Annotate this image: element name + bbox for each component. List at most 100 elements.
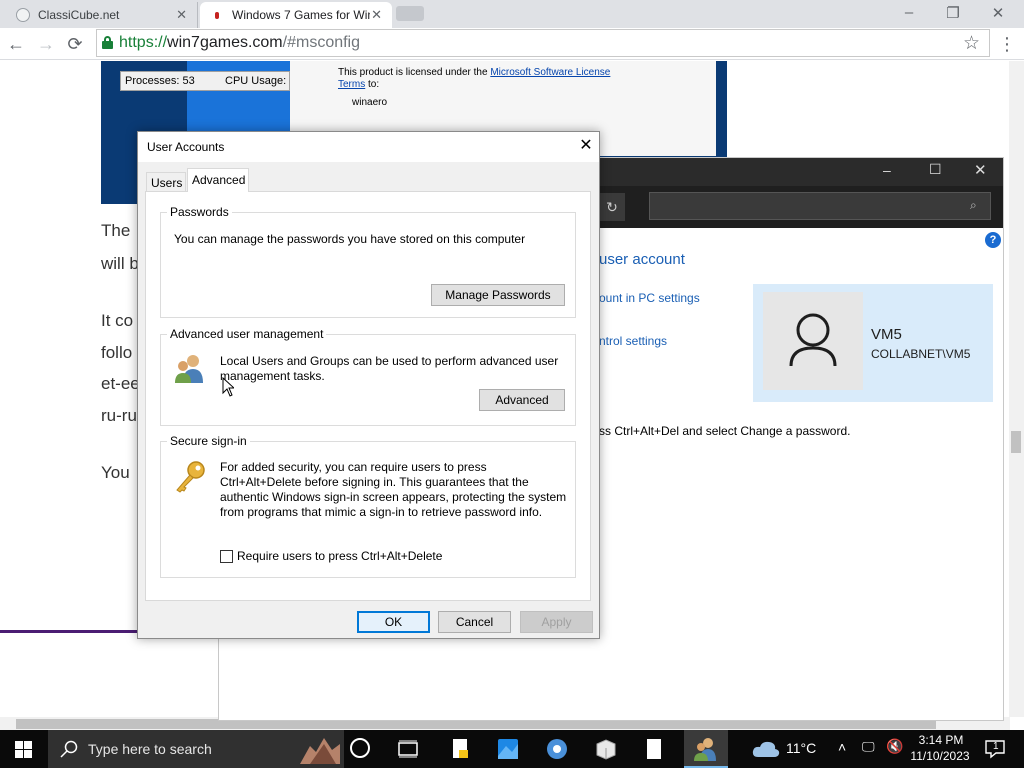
search-placeholder: Type here to search	[88, 741, 212, 757]
user-name: VM5	[871, 326, 902, 343]
advanced-button[interactable]: Advanced	[479, 389, 565, 411]
terms-link[interactable]: Terms	[338, 79, 365, 90]
search-icon	[60, 740, 78, 758]
maximize-icon[interactable]: ☐	[929, 161, 942, 178]
tab-title: ClassiCube.net	[38, 8, 120, 22]
manage-passwords-button[interactable]: Manage Passwords	[431, 284, 565, 306]
checkbox-label[interactable]: Require users to press Ctrl+Alt+Delete	[237, 549, 442, 564]
passwords-group: Passwords You can manage the passwords y…	[160, 205, 576, 318]
group-label: Secure sign-in	[167, 434, 250, 448]
dialog-title: User Accounts	[147, 140, 225, 154]
tab-title: Windows 7 Games for Win	[232, 8, 370, 22]
tab-classicube[interactable]: ClassiCube.net ✕	[6, 2, 198, 28]
license-to: to:	[368, 79, 380, 90]
refresh-icon[interactable]: ↻	[599, 193, 625, 221]
apply-button[interactable]: Apply	[520, 611, 593, 633]
ok-button[interactable]: OK	[357, 611, 430, 633]
users-group-icon	[175, 355, 203, 383]
close-icon[interactable]: ✕	[576, 136, 596, 156]
bookmark-star-icon[interactable]: ☆	[963, 32, 980, 55]
paragraph-fragment: ru-ru	[101, 406, 137, 425]
license-link[interactable]: Microsoft Software License	[490, 67, 610, 78]
divider-line	[0, 630, 140, 633]
document-icon[interactable]	[642, 738, 666, 760]
search-icon: ⌕	[970, 198, 977, 212]
photos-app-icon[interactable]	[496, 738, 520, 760]
globe-icon	[16, 8, 30, 22]
minimize-icon[interactable]: –	[883, 162, 891, 178]
url-text[interactable]: https://win7games.com/#msconfig	[119, 34, 360, 52]
lock-icon	[102, 36, 113, 49]
restore-icon[interactable]: ❐	[943, 4, 963, 22]
notification-count: 1	[993, 741, 999, 752]
weather-temperature[interactable]: 11°C	[786, 740, 816, 756]
package-box-icon[interactable]	[594, 738, 618, 760]
forward-arrow-icon[interactable]: →	[34, 32, 58, 56]
user-card: VM5 COLLABNET\VM5	[753, 284, 993, 402]
new-tab-button[interactable]	[396, 6, 424, 21]
windows-start-icon[interactable]	[15, 741, 32, 758]
paragraph-fragment: It co	[101, 311, 134, 330]
address-bar[interactable]: https://win7games.com/#msconfig ☆	[96, 29, 990, 57]
paragraph-fragment: The	[101, 221, 131, 240]
cloud-weather-icon[interactable]	[752, 740, 780, 758]
tab-advanced[interactable]: Advanced	[187, 168, 249, 192]
close-tab-icon[interactable]: ✕	[371, 7, 382, 23]
user-silhouette-icon	[789, 313, 837, 367]
clock-time[interactable]: 3:14 PM	[916, 733, 966, 747]
user-accounts-icon	[694, 738, 716, 761]
processes-count: Processes: 53	[125, 75, 195, 87]
mouse-cursor-icon	[222, 377, 234, 397]
secure-sign-in-group: Secure sign-in For added security, you c…	[160, 434, 576, 578]
license-text: This product is licensed under the Micro…	[338, 67, 610, 78]
paragraph-fragment: will b	[101, 254, 139, 273]
taskbar-search-box[interactable]: Type here to search	[48, 730, 344, 768]
task-view-icon[interactable]	[398, 740, 418, 758]
group-label: Advanced user management	[167, 327, 327, 341]
close-tab-icon[interactable]: ✕	[176, 7, 187, 23]
vertical-scroll-thumb[interactable]	[1011, 431, 1021, 453]
task-manager-status-bar: Processes: 53 CPU Usage: 2	[120, 71, 290, 91]
url-scheme: https://	[119, 34, 168, 51]
active-taskbar-item[interactable]	[684, 730, 728, 768]
tab-win7games[interactable]: Windows 7 Games for Win ✕	[200, 2, 392, 28]
advanced-tab-panel: Passwords You can manage the passwords y…	[145, 191, 591, 601]
cortana-circle-icon[interactable]	[350, 738, 370, 758]
browser-tab-strip: ClassiCube.net ✕ Windows 7 Games for Win…	[0, 0, 1024, 28]
user-accounts-dialog: User Accounts ✕ Users Advanced Passwords…	[137, 131, 600, 639]
search-highlight-image	[300, 738, 340, 764]
cancel-button[interactable]: Cancel	[438, 611, 511, 633]
url-host: win7games.com	[167, 34, 283, 51]
control-settings-link[interactable]: ntrol settings	[599, 334, 667, 348]
close-window-icon[interactable]: ✕	[988, 4, 1008, 22]
license-prefix: This product is licensed under the	[338, 67, 488, 78]
ctrl-alt-del-note: ss Ctrl+Alt+Del and select Change a pass…	[599, 424, 851, 438]
user-domain: COLLABNET\VM5	[871, 347, 971, 361]
vertical-scrollbar[interactable]	[1009, 61, 1024, 717]
reload-icon[interactable]: ⟳	[63, 32, 87, 56]
help-icon[interactable]: ?	[985, 232, 1001, 248]
require-ctrl-alt-delete-checkbox[interactable]	[220, 550, 233, 563]
chrome-icon[interactable]	[545, 738, 569, 760]
licensed-user: winaero	[352, 97, 388, 108]
menu-dots-icon[interactable]: ⋮	[995, 32, 1019, 56]
close-icon[interactable]: ✕	[974, 161, 987, 179]
url-path: /#msconfig	[282, 34, 361, 51]
pc-settings-link[interactable]: ount in PC settings	[599, 291, 700, 305]
windows-taskbar: Type here to search 11°C ˄ 🖵 🔇 3:14 PM 1…	[0, 730, 1024, 768]
back-arrow-icon[interactable]: ←	[4, 32, 28, 56]
notepad-file-icon[interactable]	[449, 738, 473, 760]
network-icon[interactable]: 🖵	[862, 739, 875, 755]
paragraph-fragment: follo	[101, 343, 133, 362]
tab-users[interactable]: Users	[146, 172, 186, 192]
key-icon	[176, 461, 205, 493]
license-terms-line: Terms to:	[338, 79, 379, 90]
show-hidden-icons-chevron-icon[interactable]: ˄	[838, 739, 846, 755]
passwords-description: You can manage the passwords you have st…	[174, 232, 526, 246]
clock-date[interactable]: 11/10/2023	[909, 749, 971, 763]
volume-muted-icon[interactable]: 🔇	[886, 738, 903, 755]
site-favicon-icon	[210, 8, 224, 22]
minimize-icon[interactable]: –	[899, 4, 919, 21]
control-panel-search-input[interactable]: ⌕	[649, 192, 991, 220]
page-heading: user account	[599, 251, 685, 268]
